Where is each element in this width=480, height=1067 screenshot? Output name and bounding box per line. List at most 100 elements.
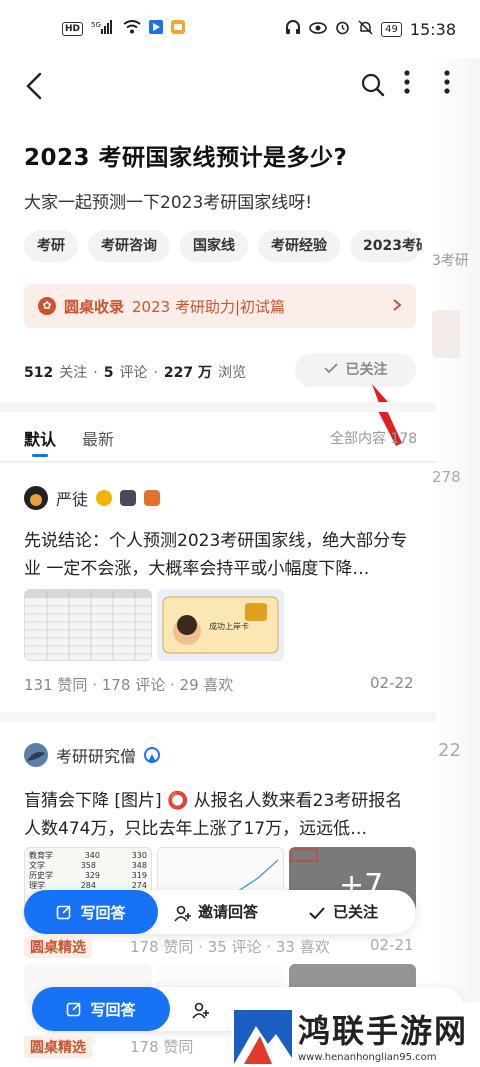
roundtable-pick-tag: 圆桌精选 xyxy=(24,1036,92,1058)
verified-icon xyxy=(144,747,161,763)
status-right: 49 15:38 xyxy=(285,20,456,39)
section-divider xyxy=(0,461,436,463)
back-button[interactable] xyxy=(22,70,54,102)
table-cell: 329 xyxy=(84,871,100,880)
add-user-icon xyxy=(174,905,191,922)
clock: 15:38 xyxy=(409,19,456,39)
separator: · xyxy=(93,365,98,381)
status-bar: HD 5G 49 15:38 xyxy=(0,0,480,58)
success-card-thumbnail-icon: 成功上岸卡 xyxy=(162,596,279,654)
ghost-more-button xyxy=(437,70,457,100)
avatar xyxy=(24,486,48,510)
invite-label: 邀请回答 xyxy=(198,903,259,921)
answer-image-table[interactable] xyxy=(24,589,152,661)
roundtable-collect-banner[interactable]: ✿ 圆桌收录 2023 考研助力|初试篇 xyxy=(24,284,416,328)
write-answer-button[interactable]: 写回答 xyxy=(24,890,158,934)
topic-tag[interactable]: 国家线 xyxy=(180,230,248,262)
status-left: HD 5G xyxy=(62,20,186,38)
answer-excerpt[interactable]: 先说结论：个人预测2023考研国家线，绝大部分专业 一定不会涨，大概率会持平或小… xyxy=(24,527,416,583)
chevron-right-icon xyxy=(392,297,402,316)
mountain-logo-icon xyxy=(234,1009,292,1064)
headphones-icon xyxy=(285,20,301,38)
table-cell: 教育学 xyxy=(29,851,53,860)
separator: · xyxy=(153,365,158,381)
table-cell: 358 xyxy=(80,861,96,870)
edit-icon xyxy=(67,1002,82,1017)
follow-button-label: 已关注 xyxy=(345,362,388,378)
favorites-count: 29 xyxy=(179,676,199,694)
author-name: 严徒 xyxy=(56,490,89,509)
question-title: 2023 考研国家线预计是多少? xyxy=(24,145,348,171)
write-answer-label: 写回答 xyxy=(90,1000,136,1019)
comments-label: 评论 xyxy=(135,676,166,694)
table-cell: 330 xyxy=(131,851,147,860)
author-name: 考研研究僧 xyxy=(56,747,137,766)
background-tag: 3考研 xyxy=(432,253,469,269)
table-cell: 319 xyxy=(131,871,147,880)
views-label: 浏览 xyxy=(218,365,246,381)
top-bar xyxy=(0,62,480,112)
followed-label: 已关注 xyxy=(333,903,379,921)
more-vertical-icon xyxy=(404,70,410,94)
write-answer-label: 写回答 xyxy=(80,903,126,922)
topic-tag[interactable]: 考研经验 xyxy=(258,230,340,262)
background-page-edge xyxy=(432,58,480,1067)
search-button[interactable] xyxy=(360,72,386,98)
answer-date: 02-22 xyxy=(370,674,414,692)
site-watermark: 鸿联手游网 www.henanhonglian95.com xyxy=(232,1002,480,1067)
answer-excerpt[interactable]: 盲猜会下降 [图片] ⭕ 从报名人数来看23考研报名人数474万，只比去年上涨了… xyxy=(24,787,416,843)
collect-label: 圆桌收录 xyxy=(64,297,125,316)
signal-label: 5G xyxy=(91,21,101,29)
collect-text: 2023 考研助力|初试篇 xyxy=(132,297,286,316)
avatar xyxy=(24,743,48,767)
question-stats: 512 关注 · 5 评论 · 227 万 浏览 xyxy=(24,362,246,382)
background-answer-meta: 178 赞同 xyxy=(130,1038,194,1056)
background-answer-meta: 178 赞同 · 35 评论 · 33 喜欢 xyxy=(130,938,330,956)
answer-image-card[interactable]: 成功上岸卡 xyxy=(157,589,284,661)
back-arrow-icon xyxy=(26,72,42,100)
views-count: 227 万 xyxy=(163,365,212,381)
invite-answer-button[interactable]: 邀请回答 xyxy=(174,890,258,934)
alarm-icon xyxy=(335,20,350,39)
background-banner-edge xyxy=(432,310,460,358)
app-notification-icon-2 xyxy=(171,20,186,38)
tab-default[interactable]: 默认 xyxy=(24,426,56,457)
mute-icon xyxy=(358,19,373,39)
check-icon xyxy=(323,353,338,387)
comments-count: 5 xyxy=(103,365,114,381)
watermark-title: 鸿联手游网 xyxy=(298,1012,469,1050)
likes-count: 131 xyxy=(24,676,53,694)
answer-author[interactable]: 考研研究僧 xyxy=(24,743,161,767)
wifi-icon xyxy=(123,20,141,38)
flame-icon xyxy=(144,490,161,506)
check-icon xyxy=(309,906,325,919)
answer-date: 02-21 xyxy=(370,936,414,954)
topic-tag[interactable]: 考研 xyxy=(24,230,78,262)
thumb-caption: 成功上岸卡 xyxy=(209,621,249,631)
followers-label: 关注 xyxy=(59,365,88,381)
watermark-url: www.henanhonglian95.com xyxy=(298,1052,437,1063)
tab-latest[interactable]: 最新 xyxy=(82,426,114,450)
app-notification-icon xyxy=(149,20,164,38)
likes-label: 赞同 xyxy=(57,676,88,694)
table-cell: 348 xyxy=(131,861,147,870)
write-answer-button[interactable]: 写回答 xyxy=(32,987,170,1031)
invite-answer-button[interactable] xyxy=(192,987,210,1031)
answer-author[interactable]: 严徒 xyxy=(24,486,161,510)
followed-button[interactable]: 已关注 xyxy=(309,890,378,934)
medal-icon xyxy=(96,490,113,506)
topic-tag[interactable]: 考研咨询 xyxy=(88,230,170,262)
favorites-label: 喜欢 xyxy=(203,676,234,694)
table-cell: 文学 xyxy=(29,861,45,870)
topic-tag[interactable]: 2023考研 xyxy=(350,230,422,262)
section-divider xyxy=(0,712,436,722)
more-options-button[interactable] xyxy=(397,70,417,100)
answer-action-bar: 写回答 邀请回答 已关注 xyxy=(24,890,416,934)
more-vertical-icon-2 xyxy=(444,70,450,94)
table-thumbnail-icon xyxy=(25,590,151,660)
shield-icon xyxy=(120,490,137,506)
answer-sort-tabs: 默认 最新 xyxy=(24,426,114,457)
search-icon xyxy=(361,73,385,97)
separator: · xyxy=(92,676,102,694)
all-content-count[interactable]: 全部内容 178 xyxy=(330,428,417,448)
